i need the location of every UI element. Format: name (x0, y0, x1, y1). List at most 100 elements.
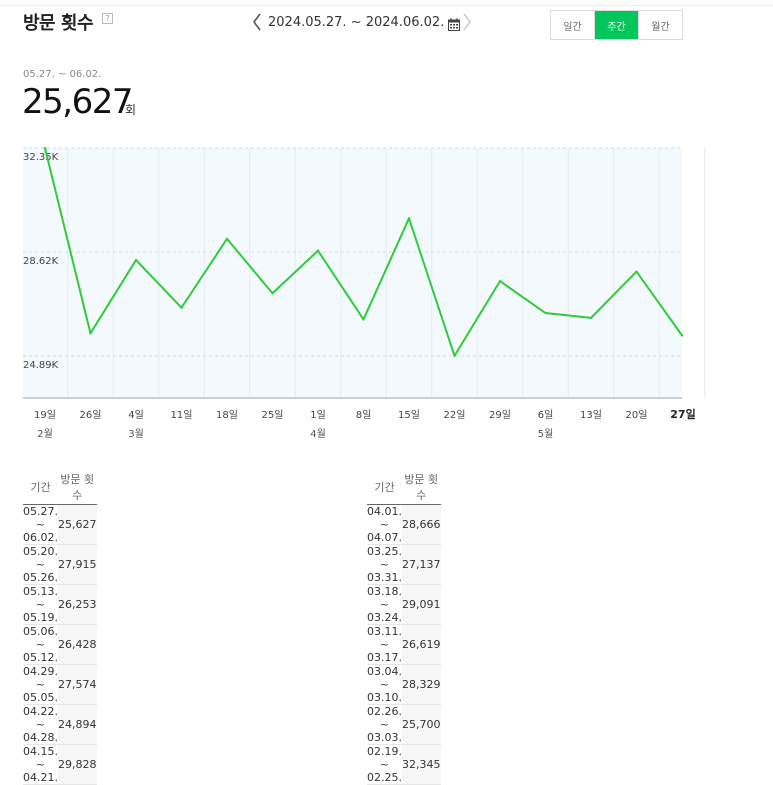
y-tick-label: 32.35K (23, 152, 59, 163)
data-point (43, 146, 47, 150)
x-tick-label: 20일 (626, 409, 648, 421)
visits-cell: 29,091 (402, 584, 441, 625)
period-cell: 03.11. ~ 03.17. (367, 624, 402, 665)
visits-cell: 27,137 (402, 544, 441, 585)
visits-cell: 28,666 (402, 504, 441, 545)
top-divider (0, 0, 773, 6)
data-point (544, 311, 547, 315)
x-tick-label: 11일 (171, 409, 193, 421)
data-point (407, 217, 411, 220)
visits-cell: 26,253 (58, 584, 97, 625)
visits-cell: 32,345 (402, 744, 441, 785)
month-label: 5월 (538, 428, 554, 440)
table-row: 03.11. ~ 03.17. 26,619 (367, 624, 441, 665)
data-point (635, 270, 638, 273)
y-tick-label: 24.89K (23, 360, 59, 371)
summary-range: 05.27. ~ 06.02. (23, 69, 102, 80)
total-visits: 25,627 (22, 82, 133, 122)
x-tick-label: 8일 (356, 409, 372, 421)
period-cell: 05.20. ~ 05.26. (23, 544, 58, 585)
table-row: 05.27. ~ 06.02. 25,627 (23, 504, 97, 545)
page-title: 방문 횟수 (23, 13, 94, 34)
visits-cell: 24,894 (58, 704, 97, 745)
y-tick-label: 28.62K (23, 256, 59, 267)
x-tick-label: 6일 (538, 409, 554, 421)
month-label: 4월 (310, 428, 326, 440)
tab-weekly[interactable]: 주간 (595, 11, 639, 39)
month-label: 2월 (37, 428, 53, 440)
data-point (134, 258, 138, 262)
period-cell: 02.19. ~ 02.25. (367, 744, 402, 785)
visits-cell: 29,828 (58, 744, 97, 785)
column-header-period: 기간 (23, 470, 58, 505)
x-tick-label: 1일 (310, 409, 326, 421)
data-point (680, 334, 684, 337)
visits-cell: 26,428 (58, 624, 97, 665)
x-tick-label: 29일 (489, 409, 511, 421)
visits-cell: 27,574 (58, 664, 97, 705)
next-arrow-icon[interactable] (460, 11, 474, 33)
data-point (316, 249, 320, 252)
period-cell: 04.29. ~ 05.05. (23, 664, 58, 705)
data-point (225, 237, 229, 241)
table-row: 02.19. ~ 02.25. 32,345 (367, 744, 441, 785)
visits-line-chart: 24.89K 28.62K 32.35K 19일 26일 4일 11일 18일 25일 1일 8일 1… (23, 146, 706, 440)
column-header-visits: 방문 횟수 (402, 470, 441, 505)
x-tick-label: 13일 (580, 409, 602, 421)
date-range-label: 2024.05.27. ~ 2024.06.02. (268, 14, 445, 30)
column-header-period: 기간 (367, 470, 402, 505)
month-label: 3월 (128, 428, 144, 440)
plot-area (23, 148, 682, 398)
calendar-icon[interactable] (448, 16, 461, 31)
period-cell: 02.26. ~ 03.03. (367, 704, 402, 745)
period-cell: 05.27. ~ 06.02. (23, 504, 58, 545)
period-toggle: 일간 주간 월간 (550, 10, 683, 40)
table-row: 05.06. ~ 05.12. 26,428 (23, 624, 97, 665)
period-cell: 04.01. ~ 04.07. (367, 504, 402, 545)
table-row: 04.29. ~ 05.05. 27,574 (23, 664, 97, 705)
data-point (89, 332, 92, 335)
visits-table-right: 기간 방문 횟수 04.01. ~ 04.07. 28,666 03.25. ~ 0… (367, 470, 441, 785)
table-row: 03.18. ~ 03.24. 29,091 (367, 584, 441, 625)
help-icon[interactable]: ? (102, 13, 113, 24)
column-header-visits: 방문 횟수 (58, 470, 97, 505)
period-cell: 04.15. ~ 04.21. (23, 744, 58, 785)
data-point (180, 306, 183, 309)
period-cell: 05.13. ~ 05.19. (23, 584, 58, 625)
visits-cell: 26,619 (402, 624, 441, 665)
table-row: 03.04. ~ 03.10. 28,329 (367, 664, 441, 705)
table-row: 04.15. ~ 04.21. 29,828 (23, 744, 97, 785)
x-tick-label: 26일 (80, 409, 102, 421)
data-point (271, 292, 274, 295)
x-tick-label: 15일 (398, 409, 420, 421)
visits-cell: 25,700 (402, 704, 441, 745)
visits-cell: 27,915 (58, 544, 97, 585)
table-row: 03.25. ~ 03.31. 27,137 (367, 544, 441, 585)
table-row: 05.20. ~ 05.26. 27,915 (23, 544, 97, 585)
x-tick-label: 19일 (34, 409, 56, 421)
period-cell: 03.25. ~ 03.31. (367, 544, 402, 585)
visits-table-left: 기간 방문 횟수 05.27. ~ 06.02. 25,627 05.20. ~ 0… (23, 470, 97, 785)
visits-cell: 25,627 (58, 504, 97, 545)
x-tick-label: 25일 (262, 409, 284, 421)
period-cell: 05.06. ~ 05.12. (23, 624, 58, 665)
x-tick-label: 18일 (216, 409, 238, 421)
visits-cell: 28,329 (402, 664, 441, 705)
x-tick-label: 4일 (128, 409, 144, 421)
period-cell: 03.04. ~ 03.10. (367, 664, 402, 705)
date-navigator: 2024.05.27. ~ 2024.06.02. (250, 10, 474, 34)
tab-monthly[interactable]: 월간 (639, 11, 682, 39)
data-point (453, 354, 456, 358)
prev-arrow-icon[interactable] (250, 11, 264, 33)
x-tick-label: 22일 (444, 409, 466, 421)
table-row: 02.26. ~ 03.03. 25,700 (367, 704, 441, 745)
tab-daily[interactable]: 일간 (551, 11, 595, 39)
data-point (362, 318, 365, 321)
table-row: 05.13. ~ 05.19. 26,253 (23, 584, 97, 625)
period-cell: 04.22. ~ 04.28. (23, 704, 58, 745)
data-point (589, 316, 593, 320)
table-row: 04.22. ~ 04.28. 24,894 (23, 704, 97, 745)
period-cell: 03.18. ~ 03.24. (367, 584, 402, 625)
total-unit: 회 (125, 103, 137, 117)
x-tick-label: 27일 (670, 407, 695, 421)
